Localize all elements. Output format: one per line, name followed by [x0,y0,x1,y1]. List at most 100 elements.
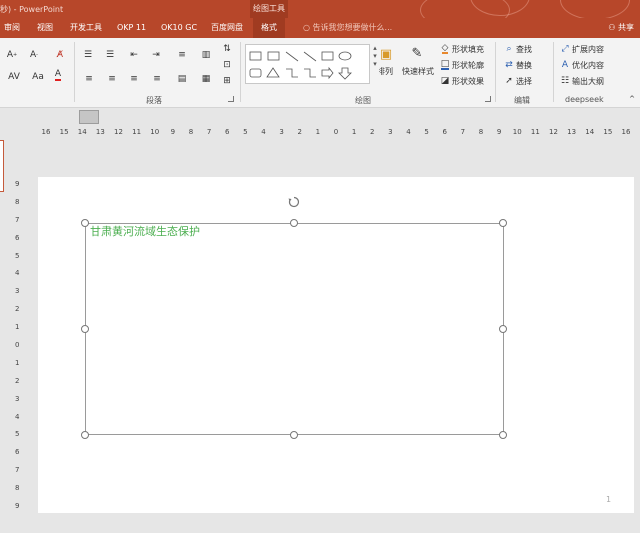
ruler-tick-label: 2 [297,128,302,136]
rotate-handle-icon[interactable] [288,196,300,208]
expand-content-icon[interactable]: ⤢ [559,44,571,54]
expand-content-label[interactable]: 扩展内容 [572,44,604,55]
resize-handle-left[interactable] [81,325,89,333]
tab-review[interactable]: 审阅 [4,18,20,38]
select-icon[interactable]: ➚ [503,76,515,86]
find-label[interactable]: 查找 [516,44,532,55]
shape-fill-icon[interactable]: ◇ [439,44,451,54]
ruler-tick-label: 1 [15,323,20,332]
resize-handle-top-left[interactable] [81,219,89,227]
ruler-tick-label: 1 [315,128,321,136]
ruler-tick-label: 14 [585,128,595,136]
align-text-icon[interactable]: ⊡ [221,60,233,70]
share-button[interactable]: ⚇ 共享 [608,18,634,38]
ruler-tick-label: 5 [15,430,20,439]
ruler-tick-label: 1 [15,358,20,367]
line-spacing-icon[interactable]: ≡ [176,50,188,60]
shape-effects-label[interactable]: 形状效果 [452,76,484,87]
justify-icon[interactable]: ≡ [151,74,163,84]
resize-handle-top-right[interactable] [499,219,507,227]
clear-formatting-icon[interactable]: A̸ [54,50,66,60]
ruler-tick-label: 16 [621,128,631,136]
resize-handle-bottom[interactable] [290,431,298,439]
shape-outline-icon[interactable]: □ [439,60,451,70]
selected-text-box[interactable] [85,223,504,435]
quick-styles-icon[interactable]: ✎ [408,44,426,62]
ruler-tick-label: 9 [170,128,176,136]
arrange-label[interactable]: 排列 [377,66,393,77]
resize-handle-right[interactable] [499,325,507,333]
distributed-icon[interactable]: ▤ [176,74,188,84]
resize-handle-bottom-right[interactable] [499,431,507,439]
text-box-content[interactable]: 甘肃黄河流域生态保护 [90,223,200,239]
replace-label[interactable]: 替换 [516,60,532,71]
group-separator [74,42,75,102]
share-label: 共享 [618,23,634,32]
ruler-tick-label: 11 [530,128,540,136]
tab-okp11[interactable]: OKP 11 [117,18,146,38]
character-spacing-icon[interactable]: AV [6,72,22,82]
tell-me-search[interactable]: ○ 告诉我您想要做什么... [303,18,392,38]
optimize-content-label[interactable]: 优化内容 [572,60,604,71]
drawing-dialog-launcher[interactable] [485,96,491,102]
decrease-font-size-icon[interactable]: A- [28,50,40,60]
align-right-icon[interactable]: ≡ [128,74,140,84]
ruler-tick-label: 2 [15,376,20,385]
paragraph-dialog-launcher[interactable] [228,96,234,102]
bullets-icon[interactable]: ☰ [82,50,94,60]
select-label[interactable]: 选择 [516,76,532,87]
replace-icon[interactable]: ⇄ [503,60,515,70]
text-direction-icon[interactable]: ⇅ [221,44,233,54]
ruler-tick-label: 10 [150,128,160,136]
ruler-tick-label: 12 [114,128,123,136]
columns-icon[interactable]: ▥ [200,50,212,60]
shape-outline-label[interactable]: 形状轮廓 [452,60,484,71]
tab-baidu-netdisk[interactable]: 百度网盘 [211,18,243,38]
triangle-shape-icon [266,67,280,78]
ruler-tick-label: 7 [15,466,20,475]
arrange-icon[interactable]: ▣ [378,46,394,62]
align-left-button-active[interactable] [79,110,99,124]
slide-thumbnail[interactable] [0,140,4,192]
down-arrow-shape-icon [338,67,352,80]
ruler-tick-label: 0 [15,341,20,349]
increase-indent-icon[interactable]: ⇥ [150,50,162,60]
ruler-tick-label: 6 [225,128,230,136]
tab-format[interactable]: 格式 [253,18,285,38]
oval-shape-icon [338,51,352,61]
tab-developer[interactable]: 开发工具 [70,18,102,38]
quick-styles-label[interactable]: 快速样式 [402,66,434,77]
shape-effects-icon[interactable]: ◪ [439,76,451,86]
convert-smartart-icon[interactable]: ⊞ [221,76,233,86]
shapes-gallery-scroll[interactable]: ▴ ▾ ▾ [371,44,379,84]
ruler-tick-label: 11 [132,128,142,136]
align-left-icon[interactable]: ≡ [83,74,95,84]
tab-ok10gc[interactable]: OK10 GC [161,18,197,38]
increase-font-size-icon[interactable]: A + [6,50,18,60]
tab-view[interactable]: 视图 [37,18,53,38]
ruler-tick-label: 6 [15,448,20,457]
shape-fill-label[interactable]: 形状填充 [452,44,484,55]
resize-handle-bottom-left[interactable] [81,431,89,439]
output-outline-icon[interactable]: ☷ [559,76,571,86]
ruler-tick-label: 4 [15,412,20,421]
decrease-indent-icon[interactable]: ⇤ [128,50,140,60]
change-case-icon[interactable]: Aa [30,72,46,82]
collapse-ribbon-icon[interactable]: ^ [627,94,637,104]
ruler-tick-label: 9 [15,180,20,188]
resize-handle-top[interactable] [290,219,298,227]
align-center-icon[interactable]: ≡ [106,74,118,84]
ruler-tick-label: 0 [333,128,339,136]
smartart-icon[interactable]: ▦ [200,74,212,84]
ruler-tick-label: 3 [15,287,20,296]
font-color-icon[interactable]: A [52,69,64,81]
shapes-gallery [245,44,370,84]
output-outline-label[interactable]: 输出大纲 [572,76,604,87]
group-separator [553,42,554,102]
find-icon[interactable]: ⌕ [503,44,515,54]
ruler-tick-label: 5 [243,128,248,136]
vertical-text-box-shape-icon [267,51,280,61]
ruler-tick-label: 8 [478,128,484,136]
numbering-icon[interactable]: ☰ [104,50,116,60]
optimize-content-icon[interactable]: A [559,60,571,70]
